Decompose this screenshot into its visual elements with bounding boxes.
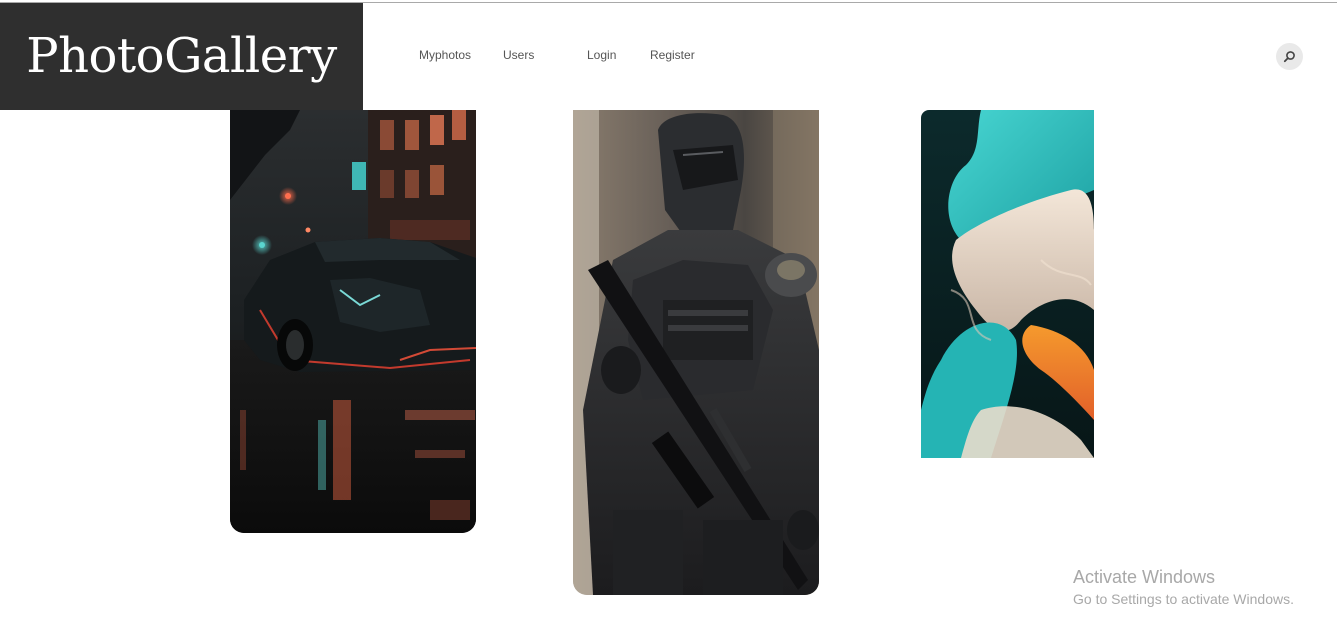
nav-link-register[interactable]: Register: [650, 48, 695, 62]
brand-logo[interactable]: PhotoGallery: [0, 3, 363, 110]
brand-title: PhotoGallery: [26, 27, 337, 84]
photo-car-image: [230, 110, 476, 533]
photo-smoke-image: [921, 110, 1094, 458]
search-button[interactable]: [1276, 43, 1303, 70]
search-icon: [1283, 51, 1295, 63]
photo-card-smoke[interactable]: [921, 110, 1094, 458]
activate-windows-subtitle: Go to Settings to activate Windows.: [1073, 591, 1294, 607]
activate-windows-title: Activate Windows: [1073, 567, 1216, 587]
photo-card-soldier[interactable]: [573, 110, 819, 595]
photo-card-car[interactable]: [230, 110, 476, 533]
activate-windows-watermark: Activate Windows Go to Settings to activ…: [1073, 566, 1294, 608]
nav-link-login[interactable]: Login: [587, 48, 616, 62]
page: PhotoGallery Myphotos Users Login Regist…: [0, 0, 1337, 629]
photo-soldier-image: [573, 110, 819, 595]
nav-link-myphotos[interactable]: Myphotos: [419, 48, 471, 62]
nav-link-users[interactable]: Users: [503, 48, 534, 62]
